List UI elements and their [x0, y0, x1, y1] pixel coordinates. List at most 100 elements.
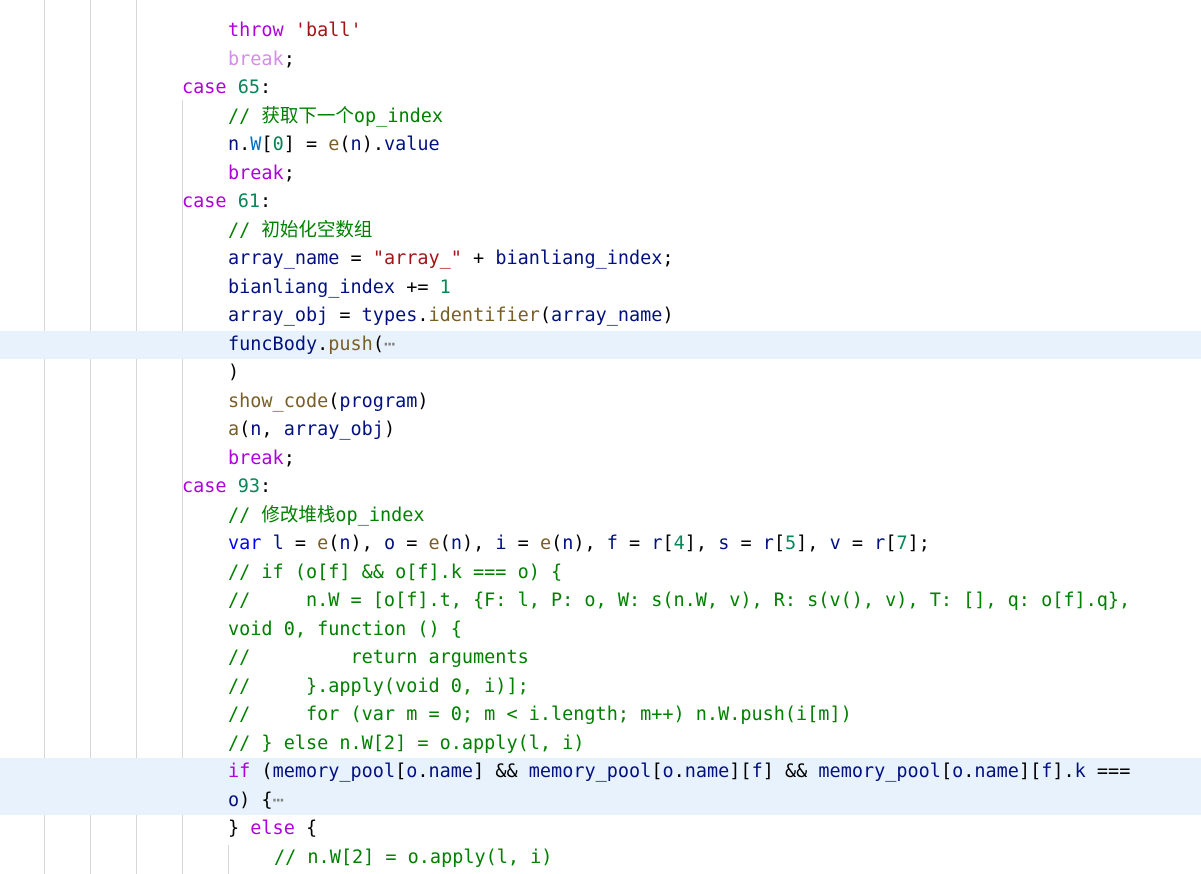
- code-line[interactable]: break;: [0, 160, 1201, 189]
- fold-ellipsis-icon[interactable]: ⋯: [273, 790, 284, 811]
- code-token: ;: [283, 447, 295, 469]
- fold-ellipsis-icon[interactable]: ⋯: [384, 334, 395, 355]
- code-token: // n.W = [o[f].t, {F: l, P: o, W: s(n.W,…: [228, 590, 1131, 611]
- code-line[interactable]: array_name = "array_" + bianliang_index;: [0, 245, 1201, 274]
- code-token: =: [729, 533, 763, 554]
- code-line-text: // } else n.W[2] = o.apply(l, i): [228, 730, 584, 759]
- code-token: // }.apply(void 0, i)];: [228, 675, 529, 697]
- code-line[interactable]: // for (var m = 0; m < i.length; m++) n.…: [0, 701, 1201, 730]
- code-token: f: [751, 761, 763, 782]
- code-token: r: [874, 533, 886, 554]
- code-line[interactable]: // } else n.W[2] = o.apply(l, i): [0, 730, 1201, 759]
- code-line-text: if (memory_pool[o.name] && memory_pool[o…: [228, 758, 1130, 787]
- code-line[interactable]: // n.W[2] = o.apply(l, i): [0, 844, 1201, 873]
- code-line[interactable]: case 93:: [0, 473, 1201, 502]
- code-line-text: funcBody.push(⋯: [228, 331, 395, 360]
- code-line[interactable]: n.W[0] = e(n).value: [0, 131, 1201, 160]
- code-token: (: [551, 533, 563, 554]
- code-editor[interactable]: throw 'ball' break; case 65:// 获取下一个op_ind…: [0, 0, 1201, 874]
- code-token: ): [662, 305, 674, 326]
- code-token: // for (var m = 0; m < i.length; m++) n.…: [228, 704, 852, 725]
- code-token: 93: [237, 476, 260, 497]
- code-token: 61: [237, 191, 260, 212]
- code-token: ) {: [239, 789, 273, 811]
- code-token: array_obj: [283, 419, 384, 440]
- code-token: ;: [283, 48, 295, 70]
- code-token: ][: [1018, 761, 1042, 782]
- code-line-text: // 获取下一个op_index: [228, 103, 443, 132]
- code-token: n: [339, 533, 351, 554]
- code-token: ;: [662, 248, 674, 269]
- code-token: void 0, function () {: [228, 618, 462, 640]
- code-line[interactable]: // 获取下一个op_index: [0, 103, 1201, 132]
- code-line[interactable]: } else {: [0, 815, 1201, 844]
- code-line[interactable]: void 0, function () {: [0, 616, 1201, 645]
- code-line-text: break;: [228, 46, 295, 75]
- code-token: throw: [228, 20, 284, 41]
- code-line[interactable]: ): [0, 359, 1201, 388]
- code-token: ].: [1052, 761, 1075, 782]
- code-token: [: [662, 533, 674, 554]
- code-line[interactable]: // if (o[f] && o[f].k === o) {: [0, 559, 1201, 588]
- code-token: r: [762, 533, 774, 554]
- code-line[interactable]: o) {⋯: [0, 786, 1201, 815]
- code-token: // 获取下一个op_index: [228, 105, 444, 127]
- code-token: identifier: [428, 305, 540, 326]
- code-token: =: [283, 533, 318, 554]
- code-line[interactable]: a(n, array_obj): [0, 416, 1201, 445]
- code-token: =: [617, 533, 652, 554]
- code-line[interactable]: throw 'ball': [0, 17, 1201, 46]
- code-line-text: } else {: [228, 815, 317, 844]
- code-token: [: [773, 533, 786, 554]
- code-token: name: [428, 761, 474, 782]
- code-token: ] &&: [473, 761, 529, 782]
- code-token: (: [250, 761, 273, 782]
- code-token: 'ball': [294, 20, 362, 41]
- code-token: ];: [907, 533, 930, 554]
- code-line-text: break;: [228, 445, 295, 474]
- code-line[interactable]: // 初始化空数组: [0, 217, 1201, 246]
- code-line[interactable]: show_code(program): [0, 388, 1201, 417]
- code-line[interactable]: array_obj = types.identifier(array_name): [0, 302, 1201, 331]
- code-line-text: // 修改堆栈op_index: [228, 502, 425, 531]
- code-token: o: [406, 761, 418, 782]
- code-line-text: a(n, array_obj): [228, 416, 395, 445]
- code-token: break: [228, 447, 284, 469]
- code-token: }: [228, 818, 251, 839]
- code-token: name: [974, 761, 1019, 782]
- code-token: [: [940, 761, 953, 782]
- code-token: 5: [785, 533, 797, 554]
- code-line[interactable]: var l = e(n), o = e(n), i = e(n), f = r[…: [0, 530, 1201, 559]
- code-token: case: [182, 77, 227, 98]
- code-line[interactable]: break;: [0, 445, 1201, 474]
- code-line-text: show_code(program): [228, 388, 429, 417]
- code-token: types: [361, 305, 418, 326]
- code-line[interactable]: // 修改堆栈op_index: [0, 502, 1201, 531]
- code-line[interactable]: // n.W = [o[f].t, {F: l, P: o, W: s(n.W,…: [0, 587, 1201, 616]
- code-line[interactable]: case 65:: [0, 74, 1201, 103]
- code-token: e: [428, 533, 440, 554]
- code-line[interactable]: funcBody.push(⋯: [0, 330, 1201, 360]
- code-token: ): [417, 390, 429, 412]
- code-token: a: [228, 419, 240, 440]
- code-line[interactable]: // }.apply(void 0, i)];: [0, 673, 1201, 702]
- code-line[interactable]: if (memory_pool[o.name] && memory_pool[o…: [0, 758, 1201, 787]
- code-line[interactable]: break;: [0, 46, 1201, 75]
- code-token: ][: [729, 761, 752, 782]
- code-line[interactable]: case 61:: [0, 188, 1201, 217]
- code-token: v: [829, 533, 841, 554]
- code-token: case: [182, 191, 227, 212]
- code-token: // 初始化空数组: [228, 219, 373, 241]
- code-token: 4: [673, 533, 685, 554]
- code-token: :: [259, 476, 272, 497]
- code-token: .: [673, 761, 685, 782]
- code-line-text: // n.W = [o[f].t, {F: l, P: o, W: s(n.W,…: [228, 587, 1130, 616]
- code-token: break: [228, 48, 284, 70]
- code-line[interactable]: // return arguments: [0, 644, 1201, 673]
- code-token: n: [250, 419, 262, 440]
- code-line[interactable]: bianliang_index += 1: [0, 274, 1201, 303]
- code-token: [: [651, 761, 663, 782]
